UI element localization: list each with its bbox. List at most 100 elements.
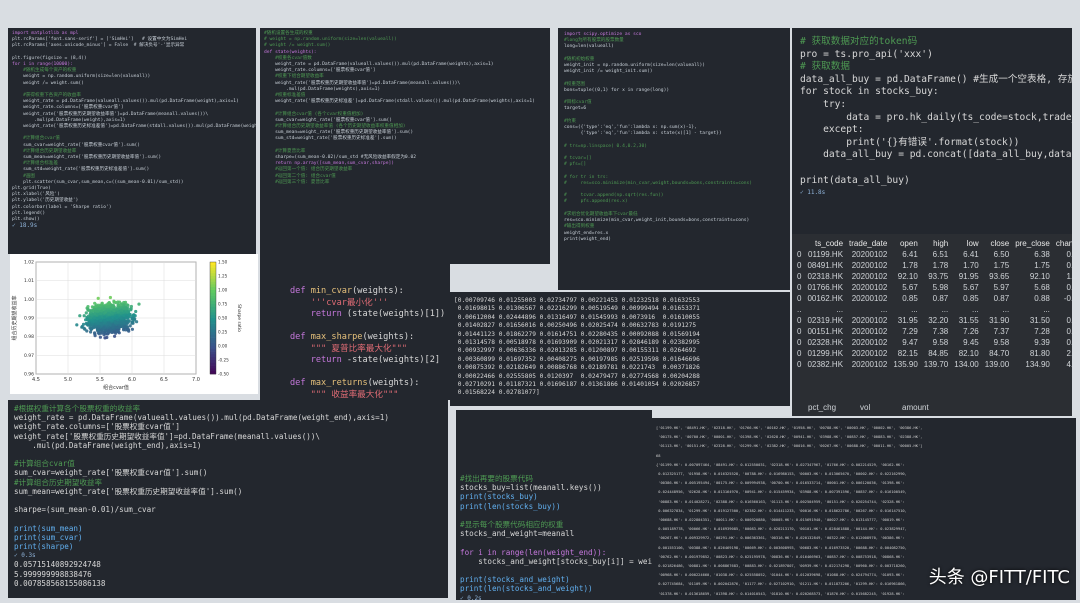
notebook-cell-scatter-loop[interactable]: import matplotlib as mpl plt.rcParams['fo…: [8, 28, 256, 254]
table-cell: 5.67: [902, 283, 918, 292]
code-line: print(sharpe): [14, 542, 74, 552]
colorbar-segment: [210, 267, 216, 271]
index-header: [794, 238, 804, 249]
column-header: low: [966, 239, 979, 248]
code-block: # 获取数据对应的token码 pro = ts.pro_api('xxx') # …: [792, 28, 1072, 208]
scatter-point: [119, 303, 123, 307]
notebook-cell-stocks-weight[interactable]: #找出再要的股票代码 stocks_buy=list(meanall.keys()…: [456, 410, 652, 600]
colorbar-segment: [210, 360, 216, 364]
scatter-point: [108, 317, 113, 321]
colorbar-segment: [210, 315, 216, 319]
table-cell: 0: [797, 316, 802, 325]
table-cell: 139.00: [984, 360, 1010, 369]
scatter-plot-figure: 4.5 5.0 5.5 6.0 6.5 7.0 1.02 1.01 1.00 0.99 0.98 0.…: [10, 254, 258, 394]
table-cell: 7.37: [993, 327, 1010, 336]
scatter-point: [116, 303, 120, 307]
colorbar-segment: [210, 318, 216, 322]
colorbar-segment: [210, 362, 216, 366]
colorbar-tick-label: 0.00: [218, 344, 228, 349]
table-cell: 81.80: [1029, 349, 1050, 358]
table-cell: 02319.HK: [807, 316, 844, 325]
table-cell: 00162.HK: [807, 294, 844, 303]
code-line: 0.00022466 0.02555805 0.0120397 0.024794…: [454, 372, 700, 380]
footer-col: pct_chg: [808, 403, 837, 412]
code-line: #显示每个股票代码相应的权重: [460, 520, 564, 530]
table-cell: 0: [797, 261, 802, 270]
y-tick-label: 0.97: [24, 353, 34, 359]
code-line: 0.012325177, '01958.HK': 0.016325528, '0…: [656, 472, 907, 477]
scatter-point: [129, 304, 133, 309]
scatter-point: [95, 317, 99, 321]
table-row: 0 01199.HK 20200102 6.41 6.51 6.41 6.50 6.38 0.1…: [794, 249, 1072, 260]
scatter-point: [134, 309, 138, 314]
code-line: 0.00360899 0.01697352 0.00408275 0.00197…: [454, 355, 700, 363]
colorbar-segment: [210, 292, 216, 296]
code-line: 0.01698015 0.01306567 0.02216299 0.00519…: [454, 305, 700, 313]
table-cell: 91.95: [958, 272, 979, 281]
colorbar-segment: [210, 346, 216, 350]
table-cell: 6.41: [963, 250, 979, 259]
table-cell: 20200102: [851, 283, 888, 292]
keyword: def: [290, 286, 311, 296]
table-cell: 00151.HK: [807, 327, 844, 336]
scatter-point: [112, 308, 116, 312]
table-cell: 135.90: [893, 360, 918, 369]
notebook-cell-tushare-fetch[interactable]: # 获取数据对应的token码 pro = ts.pro_api('xxx') # …: [792, 28, 1072, 234]
code-line: 0.027810770}: [656, 599, 1072, 600]
table-cell: 31.90: [989, 316, 1010, 325]
code-line: 0.024448956, '02628.HK': 0.013164970, '0…: [656, 490, 907, 495]
table-row: ..........................: [794, 304, 1072, 315]
notebook-cell-optimize[interactable]: import scipy.optimize as sco #long为所有股票的股…: [558, 28, 790, 290]
table-cell: 5.97: [993, 283, 1010, 292]
colorbar-tick-label: 1.25: [218, 274, 228, 279]
scatter-point: [82, 314, 86, 318]
table-cell: 31.55: [958, 316, 979, 325]
code-line: 0.01568224 0.02781077]: [454, 389, 540, 397]
notebook-cell-objective-functions[interactable]: def min_cvar(weights): '''cvar最小化''' ret…: [260, 262, 450, 400]
notebook-cell-sharpe[interactable]: #根据权重计算各个股票权重的收益率 weight_rate = pd.DataFr…: [8, 400, 448, 598]
colorbar-segment: [210, 262, 216, 266]
column-header: pre_close: [1015, 239, 1050, 248]
output-weight-end: [0.00709746 0.01255003 0.02734797 0.0022…: [450, 292, 790, 406]
scatter-point: [132, 318, 136, 322]
table-cell: 1.55: [1066, 272, 1072, 281]
code-line: 0.00932997 0.00636336 0.02013285 0.01200…: [454, 347, 697, 355]
output-block: [0.00709746 0.01255003 0.02734797 0.0022…: [450, 292, 790, 403]
colorbar-segment: [210, 281, 216, 285]
code-line: try:: [800, 98, 847, 110]
table-cell: 1.78: [902, 261, 918, 270]
table-cell: 32.20: [928, 316, 949, 325]
table-row: 0 02382.HK 20200102 135.90 139.70 134.00 139.0…: [794, 359, 1072, 370]
colorbar-segment: [210, 354, 216, 358]
colorbar-segment: [210, 301, 216, 305]
colorbar-segment: [210, 326, 216, 330]
dataframe-output: ts_code trade_date open high low close pre_clo…: [792, 234, 1072, 416]
code-line: data_all_buy = pd.concat([data_all_buy,d…: [800, 149, 1072, 161]
y-tick-label: 0.96: [24, 372, 34, 378]
code-line: 0.01441123 0.01862279 0.01614751 0.02280…: [454, 330, 700, 338]
table-cell: 9.58: [993, 338, 1010, 347]
table-cell: 31.50: [1029, 316, 1050, 325]
code-line: print(len(stocks_and_weight)): [460, 584, 593, 594]
scatter-chart: 4.5 5.0 5.5 6.0 6.5 7.0 1.02 1.01 1.00 0.99 0.98 0.…: [11, 260, 242, 392]
scatter-point: [103, 336, 107, 340]
table-cell: 0: [797, 338, 802, 347]
scatter-point: [99, 318, 103, 322]
table-cell: 0.29: [1066, 283, 1072, 292]
code-line: # res=sco.minimize(min_cvar,weight,bound…: [564, 180, 753, 186]
y-tick-label: 0.99: [24, 316, 34, 322]
table-cell: 02318.HK: [807, 272, 844, 281]
scatter-point: [95, 327, 99, 331]
y-axis-label: 组合历史期望收益率: [11, 295, 18, 340]
table-row: 0 02319.HK 20200102 31.95 32.20 31.55 31.90 31.…: [794, 315, 1072, 326]
function-name: min_cvar: [310, 286, 353, 296]
code-line: weight_rate['股票权重历史标准差']=pd.DataFrame(st…: [264, 99, 535, 105]
table-cell: 1.75: [993, 261, 1010, 270]
table-cell: 7.29: [902, 327, 918, 336]
colorbar-label: Sharpe ratio: [236, 304, 242, 332]
code-line: return (state(weights)[1]): [290, 309, 446, 321]
notebook-cell-state-function[interactable]: #随机设置各生成的权重 # weight = np.random.uniform(…: [260, 28, 550, 264]
scatter-point: [101, 326, 105, 330]
